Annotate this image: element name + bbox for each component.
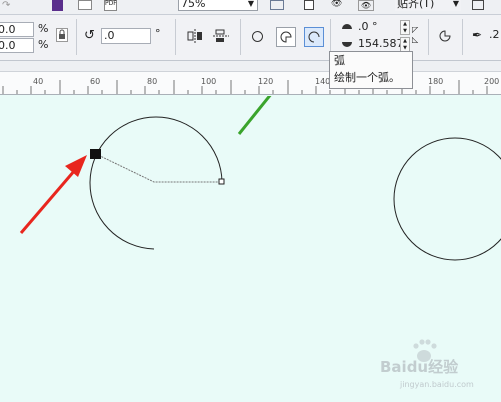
ellipse-icon[interactable] [251, 30, 264, 43]
mirror-v-graphic [213, 29, 229, 42]
page-view-icon[interactable] [304, 0, 314, 10]
arc-start-node[interactable] [90, 149, 101, 159]
chevron-down-icon: ▼ [247, 0, 254, 8]
degree-label: ° [155, 27, 161, 40]
tooltip-description: 绘制一个弧。 [334, 71, 400, 84]
direction-icon[interactable]: ◸ ◺ [412, 25, 422, 45]
start-angle-spinner[interactable]: ▲ ▼ [400, 20, 410, 35]
pdf-icon[interactable]: PDF [104, 0, 117, 11]
start-angle-field[interactable]: .0 ° [356, 20, 400, 35]
lock-ratio-icon[interactable] [56, 28, 68, 42]
pie-icon[interactable] [276, 27, 296, 47]
property-bar: 0.0 0.0 % % ↺ .0 ° .0 ° 154.587 ▲▼ ▲▼ ◸◺… [0, 15, 501, 61]
corel-connect-icon[interactable] [52, 0, 63, 11]
horizontal-ruler[interactable]: 40 60 80 100 120 140 160 180 200 [0, 71, 501, 95]
watermark-title: Baidu经验 [380, 358, 459, 376]
end-angle-field[interactable]: 154.587 [356, 37, 402, 52]
rotation-icon: ↺ [84, 28, 95, 43]
chevron-down-icon: ▼ [452, 0, 459, 8]
width-percent-label: % [38, 22, 49, 35]
mirror-horizontal-icon[interactable] [187, 29, 203, 43]
snap-to-menu[interactable]: 贴齐(T) ▼ [395, 0, 461, 11]
rotation-angle-field[interactable]: .0 [101, 28, 151, 44]
export-icon[interactable] [78, 0, 92, 10]
ellipse-graphic [252, 31, 263, 42]
change-direction-icon[interactable] [438, 29, 452, 43]
tooltip-title: 弧 [334, 54, 345, 67]
outline-width-field[interactable]: .2 [487, 28, 501, 44]
arc-end-node[interactable] [218, 178, 225, 185]
ruler-ticks [2, 80, 488, 94]
end-angle-icon [340, 38, 354, 50]
direction-graphic [439, 30, 451, 42]
object-width-field[interactable]: 0.0 [0, 22, 34, 37]
toolbar-gap [0, 61, 501, 71]
redo-icon[interactable]: ↷ [2, 0, 16, 11]
outline-pen-icon: ✒ [472, 28, 483, 42]
arc-graphic [308, 31, 320, 43]
pie-graphic [280, 31, 292, 43]
full-screen-icon[interactable] [270, 0, 284, 10]
height-percent-label: % [38, 38, 49, 51]
options-icon[interactable] [472, 0, 484, 10]
arc-icon[interactable] [304, 27, 324, 47]
start-angle-icon [340, 21, 354, 33]
watermark-url: jingyan.baidu.com [399, 380, 474, 389]
object-height-field[interactable]: 0.0 [0, 38, 34, 53]
view-mode-icon[interactable]: 👁 [358, 0, 374, 11]
mirror-vertical-icon[interactable] [213, 29, 229, 43]
drawing-canvas[interactable]: Baidu经验 jingyan.baidu.com [0, 96, 501, 402]
lock-icon [59, 29, 65, 39]
view-icon[interactable]: 👁 [331, 0, 345, 10]
end-angle-spinner[interactable]: ▲ ▼ [400, 37, 410, 52]
arc-tooltip: 弧 绘制一个弧。 [329, 51, 413, 89]
top-toolbar: ↷ PDF 75% ▼ 👁 👁 贴齐(T) ▼ [0, 0, 501, 15]
mirror-h-graphic [187, 29, 202, 43]
start-angle-graphic [342, 24, 352, 29]
zoom-select[interactable]: 75% ▼ [178, 0, 258, 11]
end-angle-graphic [342, 42, 352, 47]
